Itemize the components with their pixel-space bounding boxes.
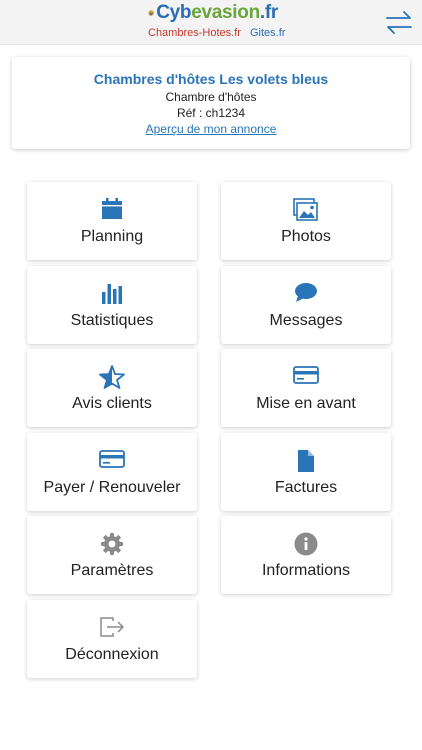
menu-label: Planning — [80, 228, 144, 245]
listing-ref: Réf : ch1234 — [176, 106, 246, 120]
menu-label: Photos — [281, 228, 331, 245]
gear-icon — [101, 533, 123, 555]
menu-label: Déconnexion — [65, 646, 159, 663]
menu-label: Messages — [269, 312, 343, 329]
menu-label: Statistiques — [70, 312, 154, 329]
swap-arrows-icon — [386, 11, 412, 34]
logo-text: Cybevasion.fr — [156, 2, 278, 23]
credit-card-icon — [99, 450, 125, 468]
menu-tile-informations[interactable]: Informations — [221, 516, 391, 594]
menu-tile-payer-renouveler[interactable]: Payer / Renouveler — [27, 433, 197, 511]
menu-tile-avis-clients[interactable]: Avis clients — [27, 349, 197, 427]
switch-account-button[interactable] — [384, 8, 414, 36]
menu-tile-parametres[interactable]: Paramètres — [27, 516, 197, 594]
menu-tile-messages[interactable]: Messages — [221, 266, 391, 344]
credit-card-icon — [293, 366, 319, 384]
listing-type: Chambre d'hôtes — [165, 90, 257, 104]
menu-tile-mise-en-avant[interactable]: Mise en avant — [221, 349, 391, 427]
chat-bubble-icon — [295, 283, 317, 302]
listing-info-card: Chambres d'hôtes Les volets bleus Chambr… — [12, 57, 410, 149]
menu-tile-factures[interactable]: Factures — [221, 433, 391, 511]
menu-tile-statistiques[interactable]: Statistiques — [27, 266, 197, 344]
logo-swirl-icon — [148, 10, 154, 16]
menu-tile-deconnexion[interactable]: Déconnexion — [27, 600, 197, 678]
preview-listing-link[interactable]: Aperçu de mon annonce — [146, 122, 277, 136]
menu-label: Paramètres — [70, 562, 154, 579]
menu-label: Avis clients — [72, 395, 152, 412]
logout-icon — [100, 617, 124, 637]
logo-sub-chambres: Chambres-Hotes.fr — [148, 27, 241, 39]
menu-label: Payer / Renouveler — [43, 479, 181, 496]
info-icon — [294, 532, 318, 556]
calendar-icon — [102, 198, 122, 219]
app-header: Cybevasion.fr Chambres-Hotes.fr Gites.fr — [0, 0, 422, 45]
cybevasion-logo[interactable]: Cybevasion.fr Chambres-Hotes.fr Gites.fr — [148, 2, 285, 42]
bar-chart-icon — [102, 284, 122, 304]
logo-sub-gites: Gites.fr — [249, 27, 286, 39]
menu-label: Mise en avant — [256, 395, 356, 412]
menu-label: Informations — [261, 562, 351, 579]
menu-tile-planning[interactable]: Planning — [27, 182, 197, 260]
menu-label: Factures — [274, 479, 338, 496]
photos-icon — [293, 198, 318, 221]
menu-tile-photos[interactable]: Photos — [221, 182, 391, 260]
document-icon — [298, 450, 314, 472]
star-icon — [99, 365, 125, 389]
listing-title: Chambres d'hôtes Les volets bleus — [93, 71, 329, 87]
